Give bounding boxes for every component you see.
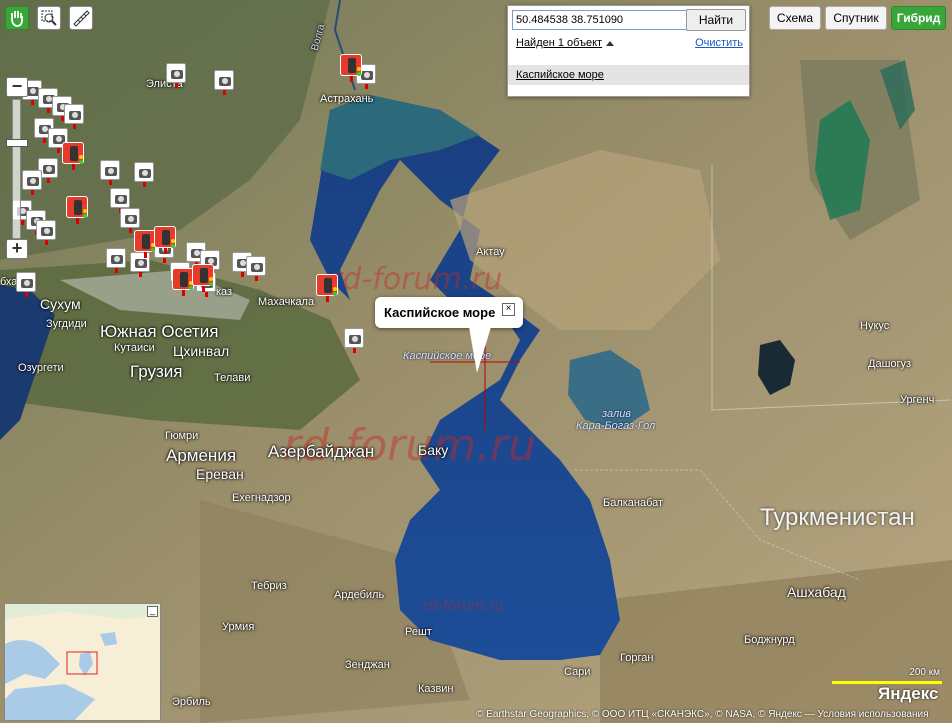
results-count-toggle[interactable]: Найден 1 объект [516, 37, 615, 49]
map-type-satellite-button[interactable]: Спутник [825, 6, 887, 30]
map-type-hybrid-button[interactable]: Гибрид [891, 6, 946, 30]
minimap-graphic [5, 604, 160, 720]
magnifier-icon [41, 10, 57, 26]
bay-label-kara-bogaz-1: залив [602, 408, 632, 420]
city-label-nukus: Нукус [860, 320, 890, 332]
country-label-turkmenistan: Туркменистан [760, 504, 915, 531]
traffic-camera-icon[interactable] [344, 328, 366, 353]
city-label-tskhinval: Цхинвал [173, 343, 230, 359]
traffic-light-icon[interactable] [316, 274, 340, 302]
traffic-light-icon[interactable] [192, 264, 216, 292]
traffic-light-icon[interactable] [340, 54, 364, 82]
traffic-camera-icon[interactable] [214, 70, 236, 95]
hand-icon [11, 11, 23, 27]
city-label-sari: Сари [564, 666, 591, 678]
ruler-tool[interactable] [69, 6, 93, 30]
balloon-tail [469, 327, 491, 373]
city-label-astrakhan: Астрахань [320, 93, 374, 105]
traffic-camera-icon[interactable] [16, 272, 38, 297]
watermark: rd-forum.ru [330, 262, 503, 297]
city-label-makhachkala: Махачкала [258, 296, 315, 308]
scale-label: 200 км [909, 667, 940, 678]
search-panel: Найти Найден 1 объект Очистить Каспийско… [507, 5, 750, 97]
bay-label-kara-bogaz-2: Кара-Богаз-Гол [576, 420, 656, 432]
city-label-vladikavkaz: каз [216, 286, 233, 298]
traffic-light-icon[interactable] [154, 226, 178, 254]
city-label-gorgan: Горган [620, 652, 654, 664]
yandex-logo[interactable]: Яндекс [878, 684, 938, 704]
zoom-in-button[interactable]: + [6, 239, 28, 259]
city-label-bodzhnurd: Боджнурд [744, 634, 795, 646]
city-label-ardebil: Ардебиль [334, 589, 385, 601]
traffic-light-icon[interactable] [66, 196, 90, 224]
overview-minimap[interactable]: _ [4, 603, 161, 721]
city-label-urgench: Ургенч [900, 394, 935, 406]
city-label-gyumri: Гюмри [165, 430, 199, 442]
country-label-georgia: Грузия [130, 362, 183, 381]
city-label-kazvin: Казвин [418, 683, 454, 695]
region-label-south-ossetia: Южная Осетия [100, 322, 219, 341]
traffic-camera-icon[interactable] [246, 256, 268, 281]
city-label-zugdidi: Зугдиди [46, 318, 87, 330]
copyright-text: © Earthstar Geographics, © ООО ИТЦ «СКАН… [476, 709, 929, 720]
city-label-dashoguz: Дашогуз [868, 358, 912, 370]
city-label-balkanabat: Балканабат [603, 497, 664, 509]
city-label-erbil: Эрбиль [172, 696, 211, 708]
city-label-sukhum: Сухум [40, 296, 81, 312]
watermark: rd-forum.ru [423, 598, 504, 614]
city-label-aktau: Актау [476, 246, 505, 258]
search-result-item[interactable]: Каспийское море [508, 65, 749, 85]
ruler-icon [73, 10, 90, 27]
city-label-kutaisi: Кутаиси [114, 342, 155, 354]
hand-tool[interactable] [5, 6, 29, 30]
search-input[interactable] [512, 10, 690, 30]
city-label-ashgabat: Ашхабад [787, 584, 846, 600]
balloon-close-icon[interactable]: × [502, 303, 515, 316]
country-label-azerbaijan: Азербайджан [268, 442, 375, 461]
clear-link[interactable]: Очистить [695, 37, 743, 49]
city-label-resht: Решт [405, 626, 432, 638]
map-balloon: Каспийское море × [375, 297, 523, 373]
traffic-camera-icon[interactable] [64, 104, 86, 129]
zoom-control: − + [6, 77, 28, 263]
balloon-title: Каспийское море [384, 305, 496, 320]
city-label-baku: Баку [418, 442, 449, 458]
traffic-light-icon[interactable] [62, 142, 86, 170]
collapse-triangle-icon [606, 40, 615, 46]
country-label-armenia: Армения [166, 446, 237, 465]
traffic-camera-icon[interactable] [36, 220, 58, 245]
traffic-camera-icon[interactable] [120, 208, 142, 233]
city-label-telavi: Телави [214, 372, 251, 384]
city-label-ozurgeti: Озургети [18, 362, 64, 374]
magnifier-tool[interactable] [37, 6, 61, 30]
traffic-camera-icon[interactable] [166, 63, 188, 88]
find-button[interactable]: Найти [686, 9, 746, 31]
city-label-urmia: Урмия [222, 621, 255, 633]
city-label-tebriz: Тебриз [251, 580, 287, 592]
minimap-collapse-icon[interactable]: _ [147, 606, 158, 617]
city-label-zendzhan: Зенджан [345, 659, 390, 671]
traffic-camera-icon[interactable] [134, 162, 156, 187]
traffic-camera-icon[interactable] [106, 248, 128, 273]
traffic-camera-icon[interactable] [100, 160, 122, 185]
results-count-label: Найден 1 объект [516, 37, 603, 49]
city-label-yerevan: Ереван [196, 466, 244, 482]
zoom-slider-handle[interactable] [6, 139, 28, 147]
city-label-khegnadzor: Ехегнадзор [232, 492, 291, 504]
zoom-slider-track[interactable] [12, 99, 21, 239]
map-type-scheme-button[interactable]: Схема [769, 6, 821, 30]
zoom-out-button[interactable]: − [6, 77, 28, 97]
